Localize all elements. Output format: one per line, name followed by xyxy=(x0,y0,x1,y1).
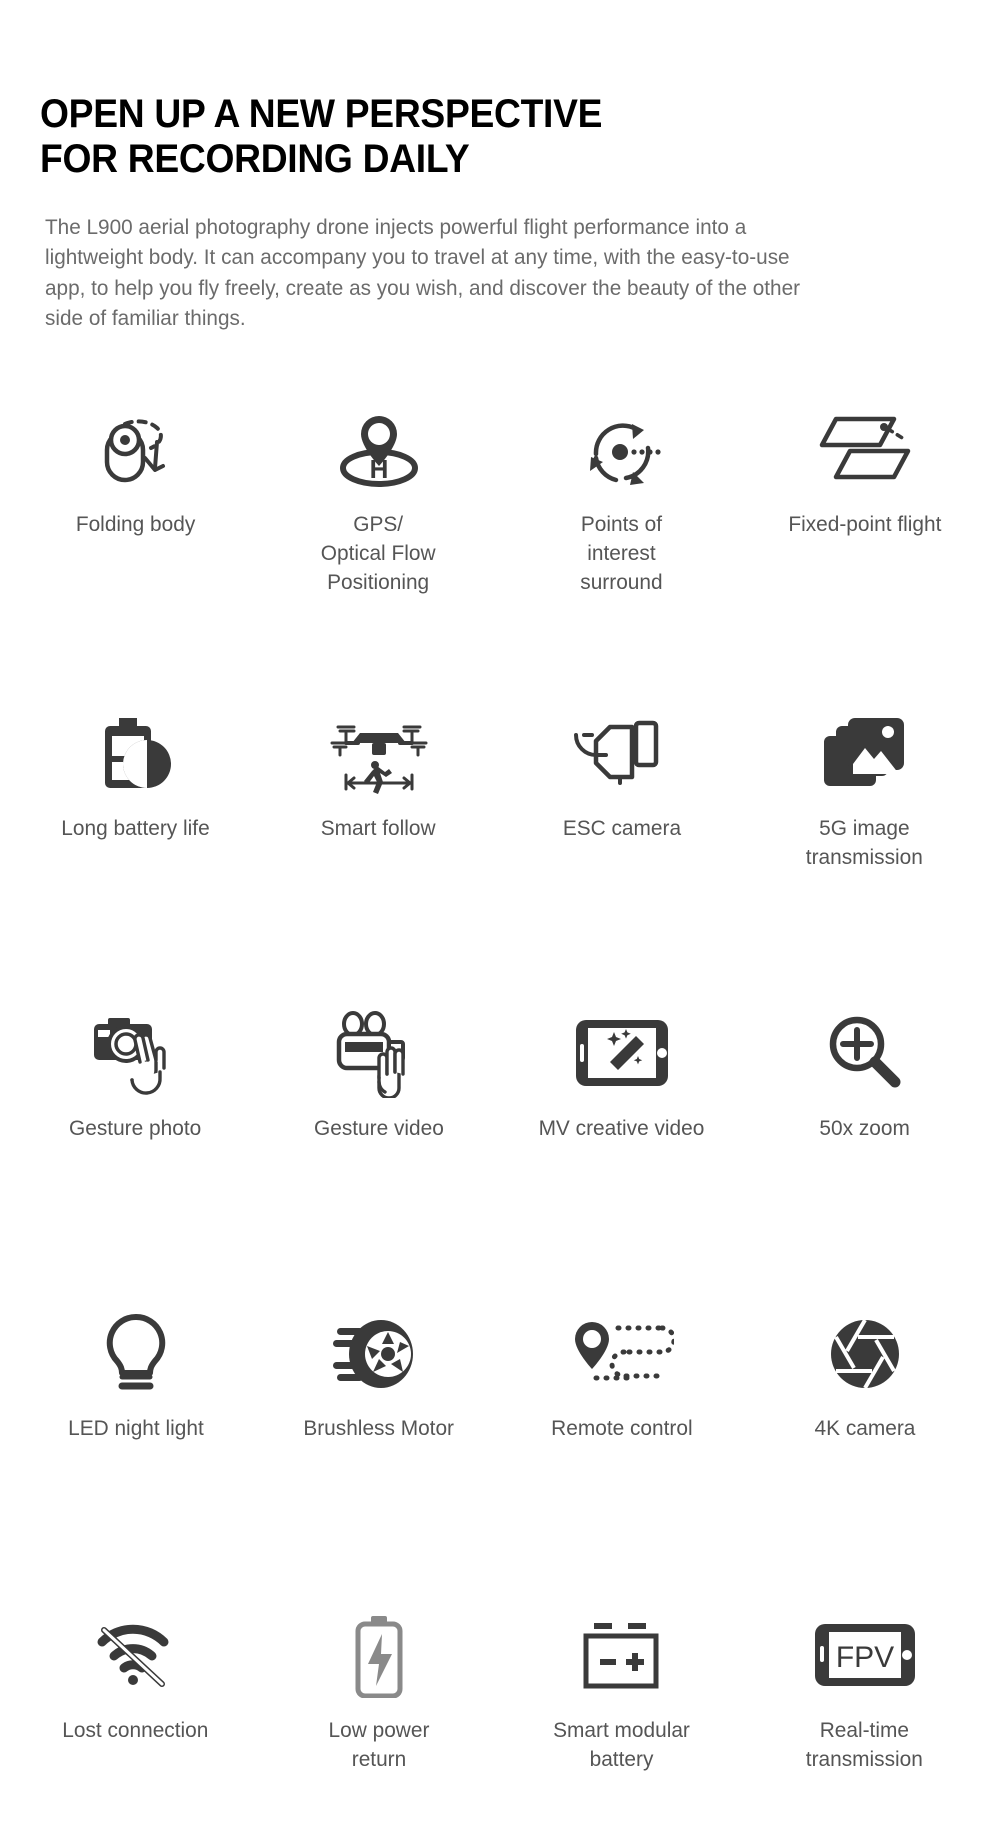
long-battery-life-icon xyxy=(93,708,179,800)
page-title: OPEN UP A NEW PERSPECTIVE FOR RECORDING … xyxy=(40,92,603,181)
feature-item-gps-optical-flow: H GPS/ Optical Flow Positioning xyxy=(257,386,500,638)
feature-item-remote-control: Remote control xyxy=(500,1290,743,1540)
feature-label: Low power return xyxy=(328,1717,429,1771)
feature-label: Folding body xyxy=(75,511,196,536)
feature-item-points-of-interest: Points of interest surround xyxy=(500,386,743,638)
feature-label: Fixed-point flight xyxy=(787,511,942,536)
feature-label: Gesture photo xyxy=(69,1115,202,1140)
folding-body-icon xyxy=(93,404,179,496)
feature-item-5g-image-transmission: 5G image transmission xyxy=(743,690,986,938)
feature-grid-row-1: Folding body H GPS/ Optical Flow Positio… xyxy=(0,386,1000,638)
lost-connection-icon xyxy=(92,1610,180,1702)
image-transmission-icon xyxy=(820,708,910,800)
feature-label: Real-time transmission xyxy=(805,1717,924,1771)
esc-camera-icon xyxy=(570,708,674,800)
intro-paragraph: The L900 aerial photography drone inject… xyxy=(45,214,801,331)
feature-label: 5G image transmission xyxy=(805,815,924,869)
brushless-motor-icon xyxy=(331,1308,427,1400)
feature-item-led-night-light: LED night light xyxy=(14,1290,257,1540)
aperture-icon xyxy=(825,1308,905,1400)
smart-follow-icon xyxy=(326,708,432,800)
remote-control-icon xyxy=(570,1308,674,1400)
zoom-icon xyxy=(823,1008,907,1100)
feature-label: Smart modular battery xyxy=(553,1717,690,1771)
feature-grid-row-2: Long battery life Smart follow ESC camer… xyxy=(0,690,1000,938)
feature-item-smart-follow: Smart follow xyxy=(257,690,500,938)
feature-item-fixed-point-flight: Fixed-point flight xyxy=(743,386,986,638)
mv-creative-video-icon xyxy=(572,1008,672,1100)
feature-label: 50x zoom xyxy=(819,1115,910,1140)
feature-label: 4K camera xyxy=(814,1415,915,1440)
feature-label: MV creative video xyxy=(538,1115,705,1140)
feature-item-low-power-return: Low power return xyxy=(257,1592,500,1832)
feature-label: Gesture video xyxy=(313,1115,444,1140)
feature-label: Brushless Motor xyxy=(303,1415,454,1440)
feature-item-esc-camera: ESC camera xyxy=(500,690,743,938)
helipad-letter: H xyxy=(369,454,388,484)
feature-label: GPS/ Optical Flow Positioning xyxy=(321,511,436,595)
feature-item-4k-camera: 4K camera xyxy=(743,1290,986,1540)
feature-label: Smart follow xyxy=(321,815,436,840)
feature-label: Long battery life xyxy=(61,815,210,840)
feature-item-brushless-motor: Brushless Motor xyxy=(257,1290,500,1540)
gesture-video-icon xyxy=(333,1008,425,1100)
feature-grid-row-5: Lost connection Low power return Smart m… xyxy=(0,1592,1000,1832)
feature-label: ESC camera xyxy=(562,815,681,840)
product-feature-page: OPEN UP A NEW PERSPECTIVE FOR RECORDING … xyxy=(0,0,1000,1847)
led-night-light-icon xyxy=(98,1308,174,1400)
fixed-point-flight-icon xyxy=(810,404,920,496)
feature-label: Lost connection xyxy=(62,1717,209,1742)
feature-item-50x-zoom: 50x zoom xyxy=(743,990,986,1238)
feature-item-lost-connection: Lost connection xyxy=(14,1592,257,1832)
low-power-return-icon xyxy=(348,1610,410,1702)
feature-item-folding-body: Folding body xyxy=(14,386,257,638)
points-of-interest-icon xyxy=(580,404,664,496)
feature-item-gesture-photo: Gesture photo xyxy=(14,990,257,1238)
feature-grid-row-3: Gesture photo Gesture video MV creative … xyxy=(0,990,1000,1238)
feature-item-mv-creative-video: MV creative video xyxy=(500,990,743,1238)
feature-item-gesture-video: Gesture video xyxy=(257,990,500,1238)
page-header: OPEN UP A NEW PERSPECTIVE FOR RECORDING … xyxy=(0,0,1000,334)
gesture-photo-icon xyxy=(88,1008,184,1100)
feature-item-smart-modular-battery: Smart modular battery xyxy=(500,1592,743,1832)
feature-label: Remote control xyxy=(550,1415,693,1440)
feature-item-real-time-transmission: FPV Real-time transmission xyxy=(743,1592,986,1832)
modular-battery-icon xyxy=(576,1610,668,1702)
gps-optical-flow-icon: H xyxy=(333,404,425,496)
feature-label: LED night light xyxy=(67,1415,204,1440)
feature-item-long-battery-life: Long battery life xyxy=(14,690,257,938)
fpv-label: FPV xyxy=(835,1641,893,1674)
fpv-screen-icon: FPV xyxy=(811,1610,919,1702)
feature-label: Points of interest surround xyxy=(580,511,663,595)
feature-grid-row-4: LED night light Brushless Motor Remote c… xyxy=(0,1290,1000,1540)
